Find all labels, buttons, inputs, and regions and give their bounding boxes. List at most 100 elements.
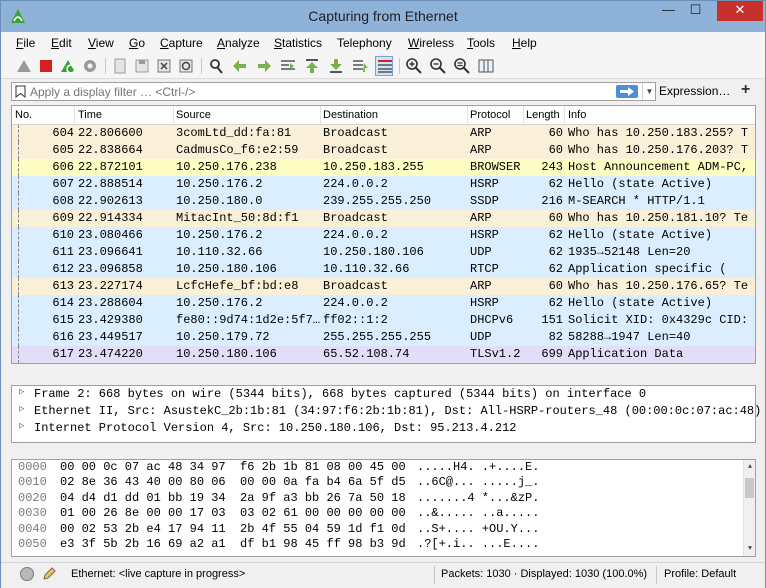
- packet-row[interactable]: 606 22.872101 10.250.176.238 10.250.183.255…: [12, 159, 755, 176]
- zoom-normal-icon[interactable]: [453, 57, 471, 75]
- packet-row[interactable]: 612 23.096858 10.250.180.106 10.110.32.66 RT…: [12, 261, 755, 278]
- expert-info-icon[interactable]: [20, 567, 34, 581]
- packet-row[interactable]: 616 23.449517 10.250.179.72 255.255.255.255…: [12, 329, 755, 346]
- cell-protocol: RTCP: [470, 262, 499, 276]
- packet-row[interactable]: 610 23.080466 10.250.176.2 224.0.0.2 HSRP 62 H…: [12, 227, 755, 244]
- hex-ascii[interactable]: ..S+.... +OU.Y...: [417, 522, 539, 536]
- hex-bytes[interactable]: 01 00 26 8e 00 00 17 03 03 02 61 00 00 0…: [60, 506, 406, 520]
- cell-protocol: DHCPv6: [470, 313, 514, 327]
- autoscroll-icon[interactable]: [351, 57, 369, 75]
- hex-offset[interactable]: 0010: [18, 475, 47, 489]
- cell-length: 243: [541, 160, 563, 174]
- cell-source: CadmusCo_f6:e2:59: [176, 143, 299, 157]
- hex-offset[interactable]: 0050: [18, 537, 47, 551]
- packet-row[interactable]: 604 22.806600 3comLtd_dd:fa:81 Broadcast ARP…: [12, 125, 755, 142]
- close-file-icon[interactable]: [155, 57, 173, 75]
- hex-ascii[interactable]: .......4 *...&zP.: [417, 491, 539, 505]
- packet-row[interactable]: 617 23.474220 10.250.180.106 65.52.108.74 TL…: [12, 346, 755, 363]
- menu-wireless[interactable]: Wireless: [408, 36, 454, 50]
- hex-offset[interactable]: 0030: [18, 506, 47, 520]
- menu-statistics[interactable]: Statistics: [274, 36, 322, 50]
- shark-fin-icon[interactable]: [15, 57, 33, 75]
- scroll-thumb[interactable]: [745, 478, 754, 498]
- expression-button[interactable]: Expression…: [659, 84, 730, 98]
- capture-comment-pencil-icon[interactable]: [41, 566, 57, 582]
- packet-list-scrollbar[interactable]: [745, 106, 755, 363]
- goto-icon[interactable]: [279, 57, 297, 75]
- packet-row[interactable]: 611 23.096641 10.110.32.66 10.250.180.106 UD…: [12, 244, 755, 261]
- expand-arrow-icon[interactable]: ▷: [19, 404, 24, 414]
- apply-filter-arrow-icon[interactable]: [616, 85, 638, 98]
- packet-row[interactable]: 614 23.288604 10.250.176.2 224.0.0.2 HSRP 62 H…: [12, 295, 755, 312]
- menu-tools[interactable]: Tools: [467, 36, 495, 50]
- close-button[interactable]: ✕: [717, 1, 763, 21]
- colorize-icon[interactable]: [375, 56, 393, 76]
- reload-icon[interactable]: [177, 57, 195, 75]
- hex-row: 0000 00 00 0c 07 ac 48 34 97 f6 2b 1b 81 …: [12, 460, 755, 475]
- packet-row[interactable]: 608 22.902613 10.250.180.0 239.255.255.250 S…: [12, 193, 755, 210]
- cell-source: 10.250.176.2: [176, 177, 263, 191]
- scroll-up-icon[interactable]: ▲: [744, 460, 755, 474]
- packet-row[interactable]: 609 22.914334 MitacInt_50:8d:f1 Broadcast AR…: [12, 210, 755, 227]
- bytes-scrollbar[interactable]: ▲ ▼: [743, 460, 755, 556]
- save-icon[interactable]: [133, 57, 151, 75]
- status-profile[interactable]: Profile: Default: [664, 568, 736, 580]
- hex-bytes[interactable]: e3 3f 5b 2b 16 69 a2 a1 df b1 98 45 ff 9…: [60, 537, 406, 551]
- back-arrow-icon[interactable]: [231, 57, 249, 75]
- packet-row[interactable]: 607 22.888514 10.250.176.2 224.0.0.2 HSRP 62 H…: [12, 176, 755, 193]
- restart-icon[interactable]: [59, 57, 77, 75]
- menu-view[interactable]: View: [88, 36, 114, 50]
- menu-analyze[interactable]: Analyze: [217, 36, 260, 50]
- display-filter-field[interactable]: ▼: [11, 82, 656, 101]
- maximize-button[interactable]: ☐: [682, 1, 709, 21]
- stop-icon[interactable]: [37, 57, 55, 75]
- hex-ascii[interactable]: ..6C@... .....j_.: [417, 475, 539, 489]
- display-filter-input[interactable]: [30, 84, 600, 99]
- hex-ascii[interactable]: .?[+.i.. ...E....: [417, 537, 539, 551]
- bookmark-icon[interactable]: [15, 85, 26, 98]
- menu-capture[interactable]: Capture: [160, 36, 203, 50]
- minimize-button[interactable]: —: [655, 1, 682, 21]
- options-gear-icon[interactable]: [81, 57, 99, 75]
- hex-bytes[interactable]: 00 02 53 2b e4 17 94 11 2b 4f 55 04 59 1…: [60, 522, 406, 536]
- hex-offset[interactable]: 0000: [18, 460, 47, 474]
- hex-bytes[interactable]: 02 8e 36 43 40 00 80 06 00 00 0a fa b4 6…: [60, 475, 406, 489]
- menu-file[interactable]: File: [16, 36, 35, 50]
- detail-row-ethernet[interactable]: ▷ Ethernet II, Src: AsustekC_2b:1b:81 (3…: [12, 403, 761, 420]
- detail-row-ipv4[interactable]: ▷ Internet Protocol Version 4, Src: 10.2…: [12, 420, 755, 437]
- packet-row[interactable]: 615 23.429380 fe80::9d74:1d2e:5f7… ff02::1:…: [12, 312, 755, 329]
- hex-bytes[interactable]: 04 d4 d1 dd 01 bb 19 34 2a 9f a3 bb 26 7…: [60, 491, 406, 505]
- cell-source: fe80::9d74:1d2e:5f7…: [176, 313, 320, 327]
- add-filter-button[interactable]: +: [741, 81, 750, 99]
- find-icon[interactable]: [207, 57, 225, 75]
- hex-offset[interactable]: 0040: [18, 522, 47, 536]
- cell-info: Application specific (: [568, 262, 727, 276]
- packet-row[interactable]: 613 23.227174 LcfcHefe_bf:bd:e8 Broadcast AR…: [12, 278, 755, 295]
- resize-columns-icon[interactable]: [477, 57, 495, 75]
- packet-row[interactable]: 605 22.838664 CadmusCo_f6:e2:59 Broadcast AR…: [12, 142, 755, 159]
- expand-arrow-icon[interactable]: ▷: [19, 421, 24, 431]
- cell-destination: 239.255.255.250: [323, 194, 432, 208]
- scroll-down-icon[interactable]: ▼: [744, 542, 755, 556]
- expand-arrow-icon[interactable]: ▷: [19, 387, 24, 397]
- last-packet-icon[interactable]: [327, 57, 345, 75]
- hex-offset[interactable]: 0020: [18, 491, 47, 505]
- zoom-out-icon[interactable]: [429, 57, 447, 75]
- forward-arrow-icon[interactable]: [255, 57, 273, 75]
- hex-ascii[interactable]: .....H4. .+....E.: [417, 460, 539, 474]
- filter-history-dropdown-icon[interactable]: ▼: [642, 83, 656, 100]
- menu-edit[interactable]: Edit: [51, 36, 72, 50]
- cell-source: 3comLtd_dd:fa:81: [176, 126, 292, 140]
- hex-bytes[interactable]: 00 00 0c 07 ac 48 34 97 f6 2b 1b 81 08 0…: [60, 460, 406, 474]
- menu-help[interactable]: Help: [512, 36, 537, 50]
- hex-ascii[interactable]: ..&..... ..a.....: [417, 506, 539, 520]
- cell-source: 10.250.176.238: [176, 160, 277, 174]
- menu-telephony[interactable]: Telephony: [337, 36, 392, 50]
- detail-row-frame[interactable]: ▷ Frame 2: 668 bytes on wire (5344 bits)…: [12, 386, 755, 403]
- menu-go[interactable]: Go: [129, 36, 145, 50]
- zoom-in-icon[interactable]: [405, 57, 423, 75]
- open-folder-icon[interactable]: [111, 57, 129, 75]
- cell-destination: 10.110.32.66: [323, 262, 410, 276]
- cell-length: 62: [548, 177, 563, 191]
- first-packet-icon[interactable]: [303, 57, 321, 75]
